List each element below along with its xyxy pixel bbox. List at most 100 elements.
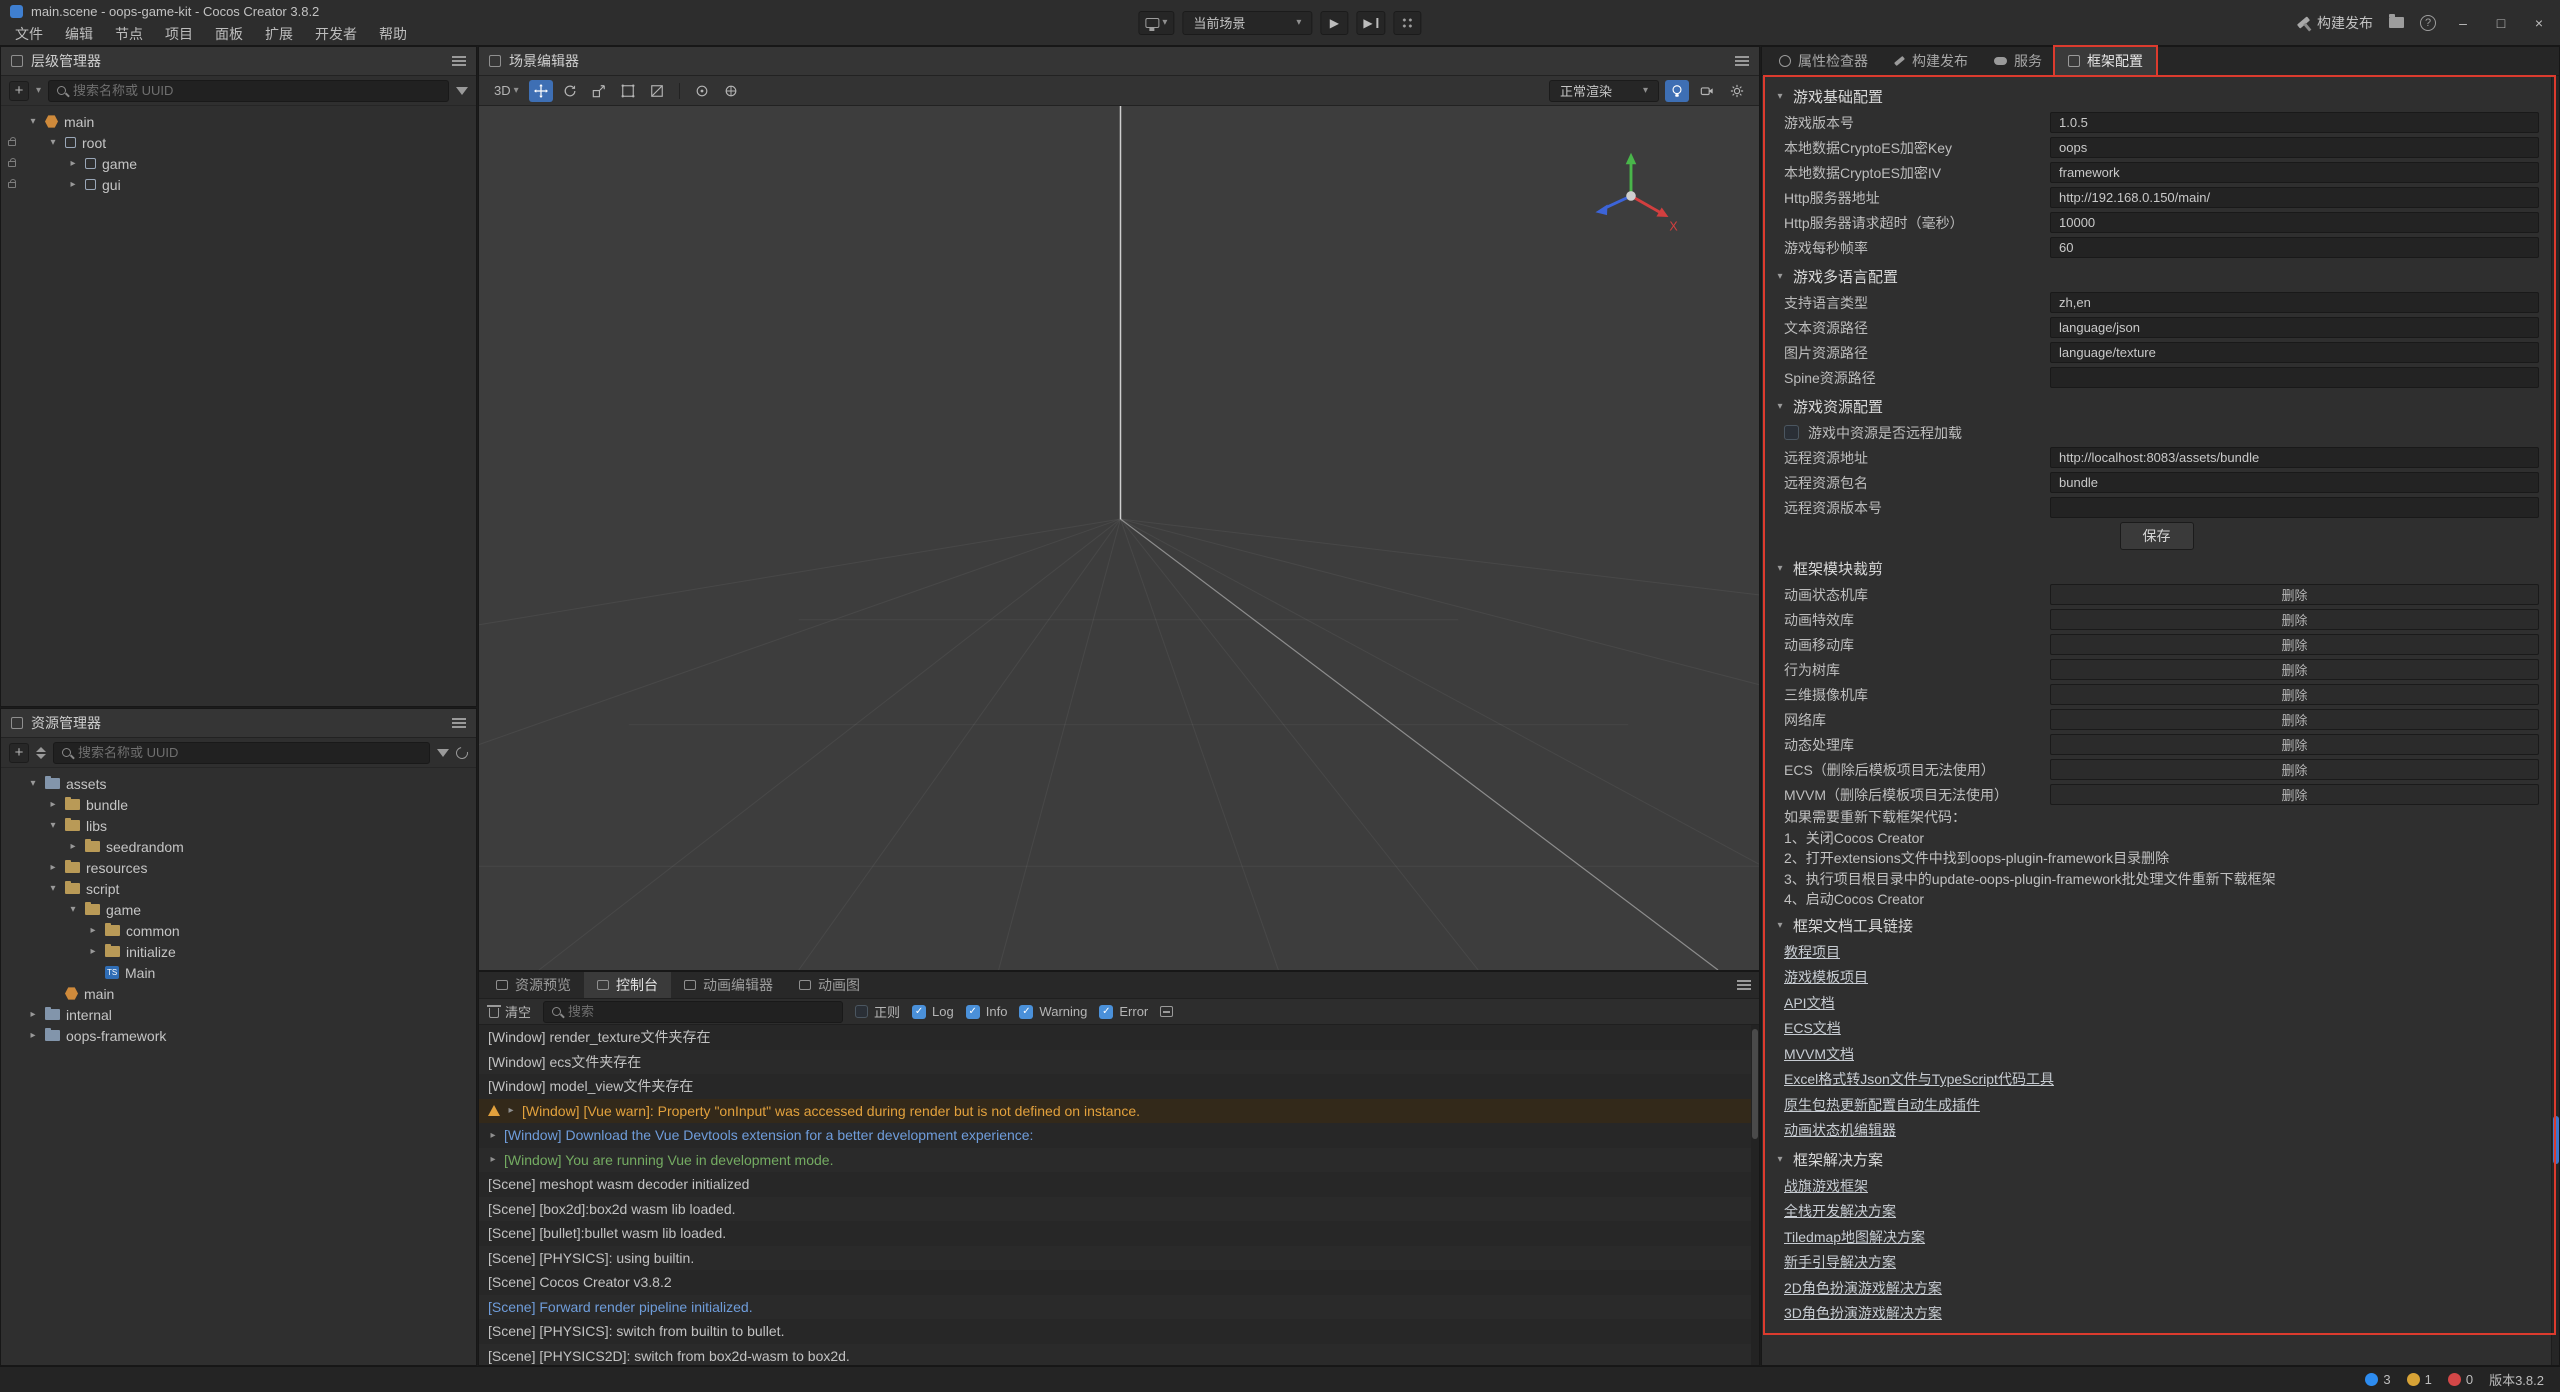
tree-caret-icon[interactable]: ▸ (87, 946, 99, 957)
section-header[interactable]: ▾ 游戏资源配置 (1774, 392, 2539, 420)
refresh-icon[interactable] (454, 744, 471, 761)
property-input[interactable] (2050, 317, 2539, 338)
scene-settings-button[interactable] (1725, 80, 1749, 102)
menu-item[interactable]: 文件 (4, 22, 54, 46)
search-input[interactable] (78, 745, 421, 760)
camera-view-button[interactable] (1695, 80, 1719, 102)
tree-node[interactable]: ▸ bundle (1, 794, 476, 815)
property-input[interactable] (2050, 112, 2539, 133)
move-tool-button[interactable] (529, 80, 553, 102)
doc-link[interactable]: 教程项目 (1774, 940, 2539, 966)
log-row[interactable]: [Scene] [bullet]:bullet wasm lib loaded. (479, 1221, 1751, 1246)
doc-link[interactable]: Excel格式转Json文件与TypeScript代码工具 (1774, 1067, 2539, 1093)
close-button[interactable]: × (2528, 15, 2550, 31)
log-row[interactable]: [Scene] [box2d]:box2d wasm lib loaded. (479, 1197, 1751, 1222)
property-input[interactable] (2050, 292, 2539, 313)
doc-link[interactable]: ECS文档 (1774, 1016, 2539, 1042)
inspector-tab[interactable]: 框架配置 (2055, 47, 2156, 75)
delete-button[interactable]: 删除 (2050, 759, 2539, 780)
tree-node[interactable]: ▸ seedrandom (1, 836, 476, 857)
tree-node[interactable]: ▸ internal (1, 1004, 476, 1025)
layout-grid-button[interactable] (1394, 11, 1422, 35)
console-tab[interactable]: 资源预览 (483, 972, 584, 998)
doc-link[interactable]: MVVM文档 (1774, 1042, 2539, 1068)
menu-item[interactable]: 扩展 (254, 22, 304, 46)
property-input[interactable] (2050, 367, 2539, 388)
tree-node[interactable]: ▾ assets (1, 773, 476, 794)
transform-tool-button[interactable] (645, 80, 669, 102)
solution-link[interactable]: Tiledmap地图解决方案 (1774, 1225, 2539, 1251)
tree-caret-icon[interactable]: ▾ (67, 904, 79, 915)
scene-select[interactable]: 当前场景 ▾ (1182, 11, 1312, 35)
lock-icon[interactable] (8, 161, 16, 167)
tree-node[interactable]: ▾ root (1, 132, 476, 153)
menu-item[interactable]: 编辑 (54, 22, 104, 46)
open-project-folder-icon[interactable] (2389, 17, 2404, 28)
property-input[interactable] (2050, 137, 2539, 158)
step-button[interactable]: ▶ (1356, 11, 1385, 35)
doc-link[interactable]: 游戏模板项目 (1774, 965, 2539, 991)
panel-menu-icon[interactable] (1737, 980, 1751, 990)
console-tab[interactable]: 动画图 (786, 972, 873, 998)
lock-icon[interactable] (8, 182, 16, 188)
property-input[interactable] (2050, 472, 2539, 493)
section-header[interactable]: ▾ 框架模块裁剪 (1774, 554, 2539, 582)
log-filter-checkbox[interactable]: ✓ Error (1099, 1004, 1148, 1019)
filter-icon[interactable] (456, 87, 468, 95)
menu-item[interactable]: 节点 (104, 22, 154, 46)
solution-link[interactable]: 2D角色扮演游戏解决方案 (1774, 1276, 2539, 1302)
panel-menu-icon[interactable] (1735, 56, 1749, 66)
expand-arrow-icon[interactable]: ▸ (488, 1154, 498, 1165)
scene-viewport[interactable]: X (479, 106, 1759, 970)
lock-icon[interactable] (8, 140, 16, 146)
tree-caret-icon[interactable]: ▾ (27, 116, 39, 127)
solution-link[interactable]: 新手引导解决方案 (1774, 1250, 2539, 1276)
tree-node[interactable]: ▾ libs (1, 815, 476, 836)
inspector-scrollbar[interactable] (2551, 76, 2559, 1365)
tree-caret-icon[interactable]: ▸ (67, 179, 79, 190)
console-scrollbar[interactable] (1751, 1025, 1759, 1365)
tree-caret-icon[interactable]: ▸ (27, 1009, 39, 1020)
log-filter-checkbox[interactable]: ✓ Warning (1019, 1004, 1087, 1019)
tree-node[interactable]: ▸ initialize (1, 941, 476, 962)
tree-node[interactable]: ▾ game (1, 899, 476, 920)
inspector-tab[interactable]: 属性检查器 (1766, 47, 1881, 75)
delete-button[interactable]: 删除 (2050, 659, 2539, 680)
pivot-toggle-button[interactable] (690, 80, 714, 102)
log-row[interactable]: [Window] model_view文件夹存在 (479, 1074, 1751, 1099)
delete-button[interactable]: 删除 (2050, 684, 2539, 705)
warning-count-badge[interactable]: 1 (2407, 1372, 2432, 1387)
scrollbar-thumb[interactable] (2553, 1116, 2559, 1164)
tree-caret-icon[interactable]: ▾ (47, 883, 59, 894)
checkbox-icon[interactable] (1784, 425, 1799, 440)
log-row[interactable]: [Scene] [PHYSICS]: switch from builtin t… (479, 1319, 1751, 1344)
space-toggle-button[interactable] (719, 80, 743, 102)
panel-menu-icon[interactable] (452, 718, 466, 728)
delete-button[interactable]: 删除 (2050, 734, 2539, 755)
delete-button[interactable]: 删除 (2050, 609, 2539, 630)
log-filter-checkbox[interactable]: ✓ Info (966, 1004, 1008, 1019)
delete-button[interactable]: 删除 (2050, 584, 2539, 605)
section-header[interactable]: ▾ 游戏多语言配置 (1774, 262, 2539, 290)
solution-link[interactable]: 全栈开发解决方案 (1774, 1199, 2539, 1225)
search-input[interactable] (73, 83, 440, 98)
save-button[interactable]: 保存 (2120, 522, 2194, 550)
solution-link[interactable]: 3D角色扮演游戏解决方案 (1774, 1301, 2539, 1327)
expand-arrow-icon[interactable]: ▸ (488, 1130, 498, 1141)
section-header[interactable]: ▾ 游戏基础配置 (1774, 82, 2539, 110)
inspector-tab[interactable]: 构建发布 (1881, 47, 1981, 75)
axis-gizmo[interactable]: X (1583, 146, 1679, 242)
clear-console-button[interactable]: 清空 (489, 1002, 531, 1021)
menu-item[interactable]: 开发者 (304, 22, 368, 46)
delete-button[interactable]: 删除 (2050, 709, 2539, 730)
delete-button[interactable]: 删除 (2050, 634, 2539, 655)
minimize-button[interactable]: – (2452, 15, 2474, 31)
build-publish-button[interactable]: 构建发布 (2297, 13, 2373, 33)
expand-arrow-icon[interactable]: ▸ (506, 1105, 516, 1116)
delete-button[interactable]: 删除 (2050, 784, 2539, 805)
log-row[interactable]: ▸ [Window] You are running Vue in develo… (479, 1148, 1751, 1173)
add-asset-button[interactable]: + (9, 743, 29, 763)
property-input[interactable] (2050, 342, 2539, 363)
tree-caret-icon[interactable]: ▸ (67, 158, 79, 169)
tree-node[interactable]: ▸ gui (1, 174, 476, 195)
